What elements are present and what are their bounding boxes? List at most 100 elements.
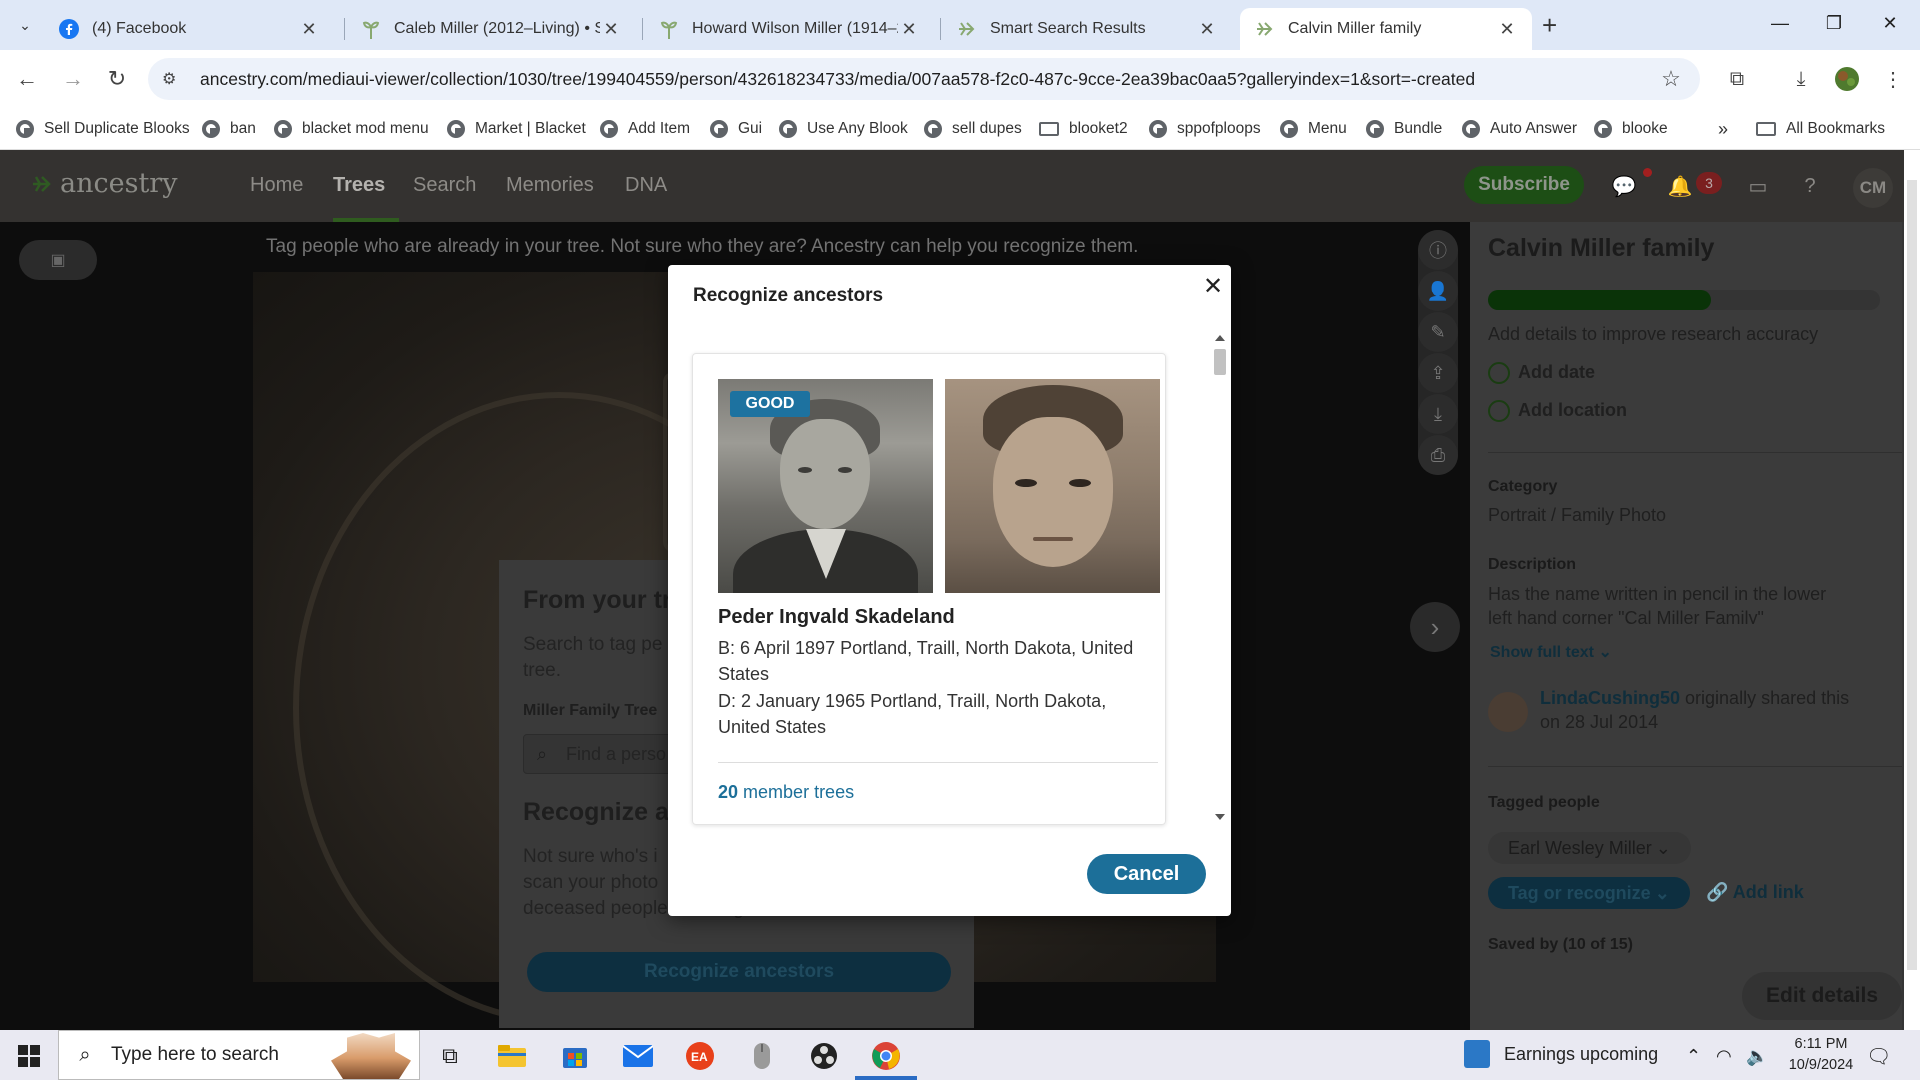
bookmark-item[interactable]: Market | Blacket [447,116,586,142]
tab-smart-search[interactable]: Smart Search Results ✕ [942,8,1232,50]
cancel-button[interactable]: Cancel [1087,854,1206,894]
bookmark-folder[interactable]: blooket2 [1039,116,1128,142]
bookmark-item[interactable]: Add Item [600,116,690,142]
modal-scrollbar[interactable] [1212,329,1228,826]
mail-icon[interactable] [618,1038,658,1074]
next-photo-arrow-icon[interactable]: › [1410,602,1460,652]
profile-avatar-icon[interactable] [1832,64,1862,94]
obs-studio-icon[interactable] [804,1038,844,1074]
tab-close-icon[interactable]: ✕ [298,19,320,40]
action-center-icon[interactable]: 🗨 [1866,1044,1891,1069]
messages-icon[interactable]: ▭ [1744,172,1772,200]
tagged-person-chip[interactable]: Earl Wesley Miller ⌄ [1488,832,1691,864]
globe-icon [1462,120,1480,138]
scroll-down-arrow-icon[interactable] [1215,814,1225,820]
chrome-menu-icon[interactable]: ⋮ [1878,64,1908,94]
match-card[interactable]: GOOD Peder Ingvald Skadeland B: 6 April … [692,353,1166,825]
microsoft-store-icon[interactable] [555,1038,595,1074]
bookmark-item[interactable]: sell dupes [924,116,1022,142]
page-scrollbar[interactable] [1904,150,1920,1030]
member-trees-link[interactable]: 20 member trees [718,782,854,803]
bookmark-item[interactable]: Bundle [1366,116,1442,142]
tab-search-icon[interactable]: ⌄ [12,12,38,38]
edit-details-button[interactable]: Edit details [1742,972,1902,1020]
sharer-avatar[interactable] [1488,692,1528,732]
tab-close-icon[interactable]: ✕ [1496,19,1518,40]
show-hidden-icons-chevron-icon[interactable]: ⌃ [1686,1046,1701,1067]
tag-or-recognize-button[interactable]: Tag or recognize ⌄ [1488,877,1690,909]
extensions-puzzle-icon[interactable]: ⧉ [1722,64,1752,94]
system-clock[interactable]: 6:11 PM 10/9/2024 [1776,1034,1866,1076]
tab-close-icon[interactable]: ✕ [898,19,920,40]
windows-start-icon[interactable] [18,1045,40,1067]
notifications-bell-icon[interactable]: 🔔 [1666,172,1694,200]
bookmark-item[interactable]: Gui [710,116,762,142]
tab-caleb-miller[interactable]: Caleb Miller (2012–Living) • Sibl ✕ [346,8,636,50]
tab-calvin-miller-family[interactable]: Calvin Miller family ✕ [1240,8,1532,50]
add-location[interactable]: Add location [1488,400,1627,423]
url-text[interactable]: ancestry.com/mediaui-viewer/collection/1… [200,69,1656,90]
tab-facebook[interactable]: (4) Facebook ✕ [44,8,334,50]
hints-chat-icon[interactable]: 💬 [1610,172,1638,200]
help-icon[interactable]: ? [1796,172,1824,200]
bookmark-item[interactable]: Use Any Blook [779,116,908,142]
download-icon[interactable]: ⤓ [1418,394,1458,434]
bookmark-item[interactable]: sppofploops [1149,116,1261,142]
sharer-link[interactable]: LindaCushing50 [1540,688,1680,708]
ea-app-icon[interactable]: EA [680,1038,720,1074]
recognize-ancestors-button[interactable]: Recognize ancestors [527,952,951,992]
nav-trees[interactable]: Trees [333,174,385,197]
gallery-button[interactable]: ▣ [19,240,97,280]
nav-dna[interactable]: DNA [625,174,667,197]
forward-arrow-icon[interactable]: → [58,64,88,94]
print-icon[interactable]: ⎙ [1418,435,1458,475]
add-date[interactable]: Add date [1488,362,1595,385]
ancestry-logo[interactable]: ancestry [30,168,177,199]
volume-icon[interactable]: 🔈 [1746,1046,1768,1067]
tab-close-icon[interactable]: ✕ [1196,19,1218,40]
reload-icon[interactable]: ↻ [102,64,132,94]
globe-icon [1149,120,1167,138]
taskbar-search-box[interactable]: ⌕ Type here to search [58,1030,420,1080]
close-window-icon[interactable]: ✕ [1860,8,1920,38]
minimize-icon[interactable]: — [1750,8,1810,38]
user-avatar[interactable]: CM [1853,168,1893,208]
tab-howard-miller[interactable]: Howard Wilson Miller (1914–20 ✕ [644,8,934,50]
nav-home[interactable]: Home [250,174,303,197]
modal-scrollbar-thumb[interactable] [1214,349,1226,375]
bookmark-item[interactable]: ban [202,116,256,142]
mouse-app-icon[interactable] [742,1038,782,1074]
info-icon[interactable]: ⓘ [1418,230,1458,270]
file-explorer-icon[interactable] [492,1038,532,1074]
more-bookmarks-chevron-icon[interactable]: » [1718,116,1728,142]
site-settings-icon[interactable]: ⚙ [162,69,184,89]
bookmark-item[interactable]: Menu [1280,116,1347,142]
bookmark-item[interactable]: blooke [1594,116,1668,142]
subscribe-button[interactable]: Subscribe [1464,166,1584,204]
tab-close-icon[interactable]: ✕ [600,19,622,40]
nav-search[interactable]: Search [413,174,476,197]
modal-close-icon[interactable]: ✕ [1200,271,1226,301]
bookmark-star-icon[interactable]: ☆ [1656,66,1686,92]
bookmark-item[interactable]: Auto Answer [1462,116,1577,142]
download-icon[interactable]: ⤓ [1786,64,1816,94]
bookmark-item[interactable]: blacket mod menu [274,116,429,142]
share-icon[interactable]: ⇪ [1418,353,1458,393]
wifi-icon[interactable]: ◠ [1716,1046,1732,1067]
edit-pencil-icon[interactable]: ✎ [1418,312,1458,352]
bookmark-item[interactable]: Sell Duplicate Blooks [16,116,190,142]
news-widget[interactable]: Earnings upcoming [1464,1040,1658,1068]
nav-memories[interactable]: Memories [506,174,594,197]
page-scrollbar-thumb[interactable] [1907,180,1917,970]
add-link-button[interactable]: 🔗 Add link [1706,882,1804,903]
task-view-icon[interactable]: ⧉ [430,1038,470,1074]
restore-icon[interactable]: ❐ [1804,8,1864,38]
address-bar[interactable]: ⚙ ancestry.com/mediaui-viewer/collection… [148,58,1700,100]
new-tab-plus-icon[interactable]: + [1542,12,1557,38]
tag-person-icon[interactable]: 👤 [1418,271,1458,311]
show-full-text-link[interactable]: Show full text ⌄ [1490,642,1612,662]
back-arrow-icon[interactable]: ← [12,64,42,94]
scroll-up-arrow-icon[interactable] [1215,335,1225,341]
all-bookmarks[interactable]: All Bookmarks [1756,116,1885,142]
chrome-icon[interactable] [866,1038,906,1074]
